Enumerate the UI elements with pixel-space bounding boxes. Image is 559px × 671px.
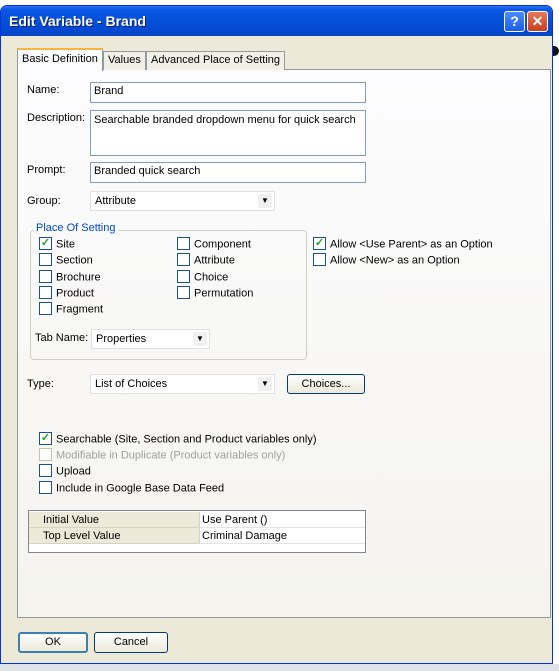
type-label: Type: bbox=[27, 378, 54, 390]
checkbox-label: Permutation bbox=[194, 287, 254, 300]
checkbox-box bbox=[39, 302, 52, 315]
place-of-setting-title: Place Of Setting bbox=[34, 222, 118, 234]
tab-name-value: Properties bbox=[96, 333, 147, 345]
name-label: Name: bbox=[27, 84, 60, 96]
checkbox-label: Attribute bbox=[194, 254, 235, 267]
tab-name-label: Tab Name: bbox=[35, 332, 89, 344]
checkbox-label: Allow <New> as an Option bbox=[330, 254, 460, 267]
checkbox-box bbox=[177, 286, 190, 299]
checkbox-section[interactable]: Section bbox=[39, 253, 93, 267]
checkbox-label: Fragment bbox=[56, 303, 104, 316]
checkbox-box: ✓ bbox=[313, 237, 326, 250]
choices-button[interactable]: Choices... bbox=[287, 374, 365, 394]
checkbox-choice[interactable]: Choice bbox=[177, 270, 229, 284]
checkbox-label: Choice bbox=[194, 271, 229, 284]
checkbox-box bbox=[177, 237, 190, 250]
checkbox-label: Upload bbox=[56, 465, 91, 478]
checkbox-label: Allow <Use Parent> as an Option bbox=[330, 238, 493, 251]
checkbox-box bbox=[39, 448, 52, 461]
checkbox-box: ✓ bbox=[39, 237, 52, 250]
type-value: List of Choices bbox=[95, 378, 168, 390]
checkbox-label: Product bbox=[56, 287, 94, 300]
help-button[interactable]: ? bbox=[504, 11, 525, 32]
tab-values[interactable]: Values bbox=[103, 51, 146, 70]
table-row[interactable]: Top Level Value Criminal Damage bbox=[29, 528, 365, 544]
checkbox-label: Searchable (Site, Section and Product va… bbox=[56, 433, 317, 446]
checkbox-label: Include in Google Base Data Feed bbox=[56, 482, 225, 495]
checkbox-label: Brochure bbox=[56, 271, 101, 284]
grid-value-cell[interactable]: Criminal Damage bbox=[199, 528, 365, 544]
grid-name-cell: Initial Value bbox=[29, 512, 199, 528]
checkbox-site[interactable]: ✓ Site bbox=[39, 237, 75, 251]
help-icon: ? bbox=[510, 13, 519, 29]
checkbox-box bbox=[39, 286, 52, 299]
checkbox-box bbox=[39, 253, 52, 266]
checkbox-box bbox=[313, 253, 326, 266]
chevron-down-icon: ▼ bbox=[193, 332, 207, 346]
tab-basic-definition[interactable]: Basic Definition bbox=[17, 48, 103, 71]
checkbox-product[interactable]: Product bbox=[39, 286, 94, 300]
checkbox-box bbox=[177, 253, 190, 266]
checkbox-searchable[interactable]: ✓ Searchable (Site, Section and Product v… bbox=[39, 432, 317, 446]
description-input[interactable]: Searchable branded dropdown menu for qui… bbox=[90, 110, 366, 156]
checkbox-box bbox=[177, 270, 190, 283]
checkbox-box bbox=[39, 270, 52, 283]
checkbox-allow-use-parent[interactable]: ✓ Allow <Use Parent> as an Option bbox=[313, 237, 493, 251]
chevron-down-icon: ▼ bbox=[258, 194, 272, 208]
group-value: Attribute bbox=[95, 195, 136, 207]
tab-name-select[interactable]: Properties ▼ bbox=[91, 329, 210, 349]
checkbox-upload[interactable]: Upload bbox=[39, 464, 91, 478]
checkbox-fragment[interactable]: Fragment bbox=[39, 302, 104, 316]
title-bar[interactable]: Edit Variable - Brand ? ✕ bbox=[1, 6, 552, 36]
close-icon: ✕ bbox=[531, 13, 544, 29]
checkbox-permutation[interactable]: Permutation bbox=[177, 286, 254, 300]
type-select[interactable]: List of Choices ▼ bbox=[90, 374, 275, 394]
checkbox-allow-new[interactable]: Allow <New> as an Option bbox=[313, 253, 460, 267]
checkbox-brochure[interactable]: Brochure bbox=[39, 270, 101, 284]
prompt-label: Prompt: bbox=[27, 164, 66, 176]
group-label: Group: bbox=[27, 195, 61, 207]
checkbox-attribute[interactable]: Attribute bbox=[177, 253, 235, 267]
checkbox-modifiable-in-duplicate: Modifiable in Duplicate (Product variabl… bbox=[39, 448, 286, 462]
checkbox-box: ✓ bbox=[39, 432, 52, 445]
checkbox-component[interactable]: Component bbox=[177, 237, 251, 251]
grid-value-cell[interactable]: Use Parent () bbox=[199, 512, 365, 528]
close-button[interactable]: ✕ bbox=[527, 11, 548, 32]
tab-advanced-place-of-setting[interactable]: Advanced Place of Setting bbox=[146, 51, 286, 70]
background-taskbar bbox=[0, 664, 559, 671]
values-grid: Initial Value Use Parent () Top Level Va… bbox=[28, 510, 366, 553]
group-select[interactable]: Attribute ▼ bbox=[90, 191, 275, 211]
name-input[interactable]: Brand bbox=[90, 82, 366, 103]
checkbox-box bbox=[39, 481, 52, 494]
prompt-input[interactable]: Branded quick search bbox=[90, 162, 366, 183]
dialog-title: Edit Variable - Brand bbox=[9, 13, 146, 29]
table-row[interactable]: Initial Value Use Parent () bbox=[29, 512, 365, 528]
checkbox-box bbox=[39, 464, 52, 477]
description-label: Description: bbox=[27, 112, 86, 124]
chevron-down-icon: ▼ bbox=[258, 377, 272, 391]
checkbox-google-base-feed[interactable]: Include in Google Base Data Feed bbox=[39, 481, 225, 495]
checkbox-label: Site bbox=[56, 238, 75, 251]
checkbox-label: Modifiable in Duplicate (Product variabl… bbox=[56, 449, 286, 462]
grid-name-cell: Top Level Value bbox=[29, 528, 199, 544]
checkbox-label: Component bbox=[194, 238, 251, 251]
cancel-button[interactable]: Cancel bbox=[94, 632, 168, 653]
ok-button[interactable]: OK bbox=[18, 632, 88, 653]
checkbox-label: Section bbox=[56, 254, 93, 267]
